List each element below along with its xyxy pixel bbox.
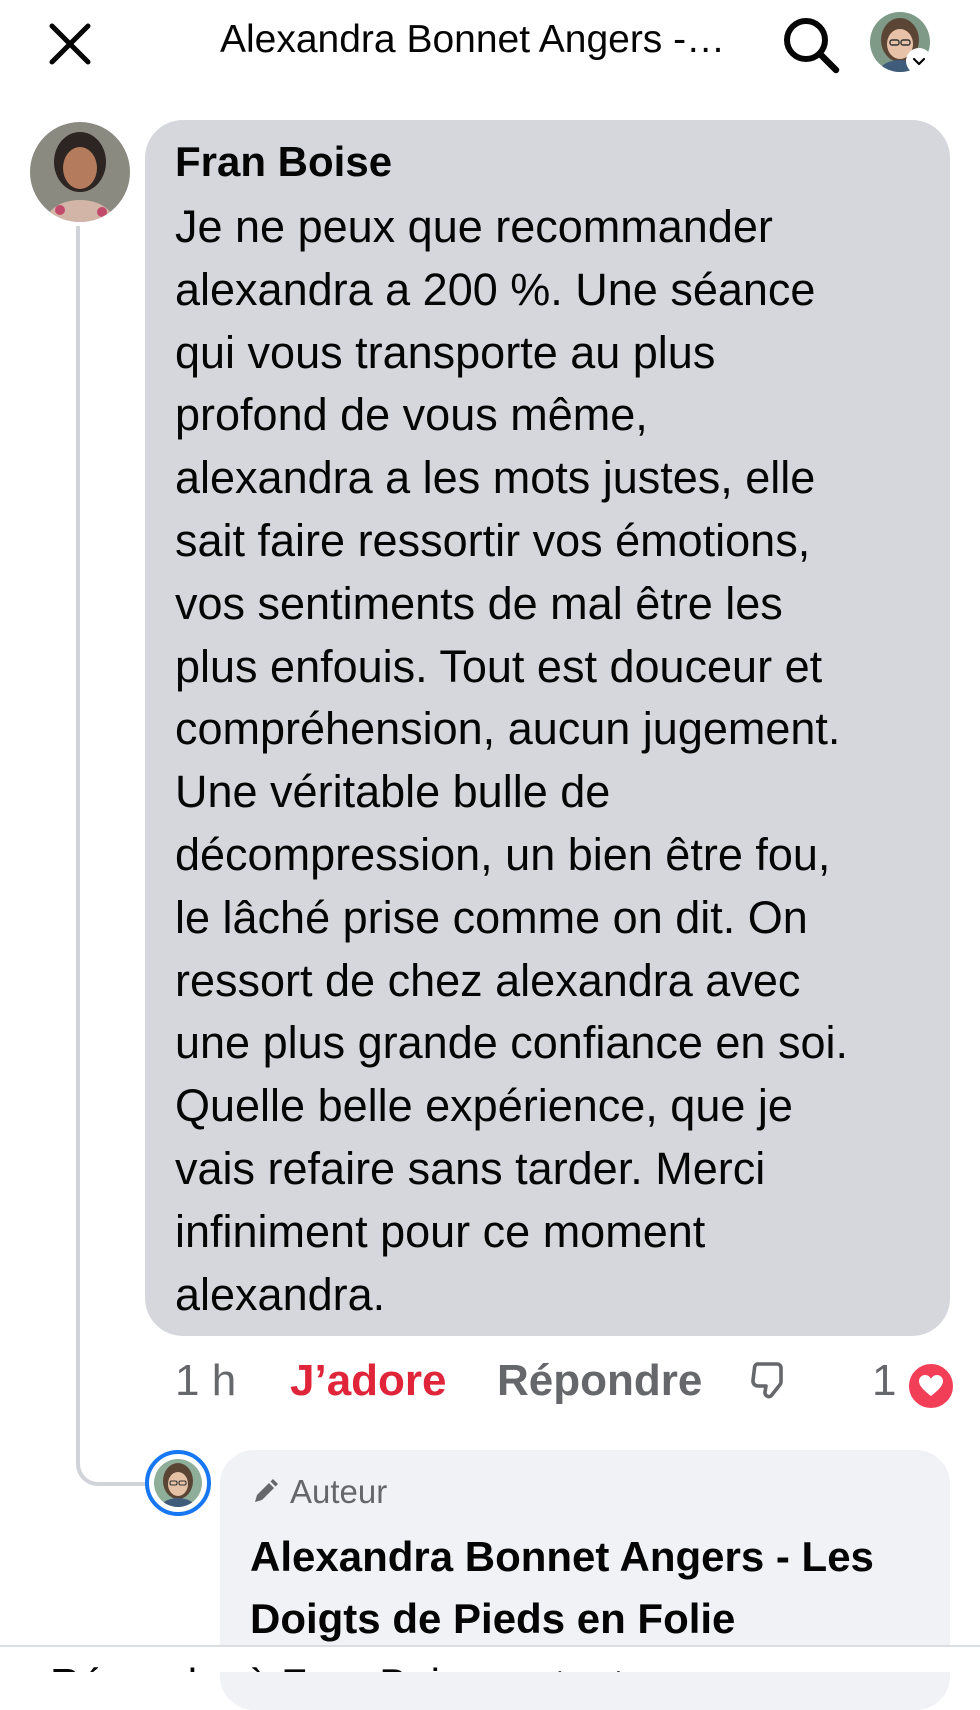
comment-text: Je ne peux que recommander alexandra a 2…	[175, 201, 848, 1320]
page-title: Alexandra Bonnet Angers -…	[220, 18, 726, 61]
chevron-down-icon	[912, 57, 926, 66]
comment-timestamp[interactable]: 1 h	[175, 1352, 236, 1410]
search-icon	[784, 18, 840, 74]
heart-icon[interactable]	[906, 1361, 956, 1411]
thread-connector	[76, 226, 150, 1486]
author-badge-label: Auteur	[290, 1473, 388, 1510]
reaction-count[interactable]: 1	[872, 1352, 896, 1410]
reply-author[interactable]: Alexandra Bonnet Angers - Les Doigts de …	[250, 1526, 930, 1650]
reply-button[interactable]: Répondre	[497, 1352, 702, 1410]
thumbs-down-icon	[751, 1362, 783, 1399]
comment-actions: 1 h J’adore Répondre 1	[0, 1352, 980, 1412]
close-icon	[49, 23, 91, 65]
account-menu-toggle[interactable]	[906, 48, 932, 74]
author-badge: Auteur	[250, 1472, 387, 1512]
search-button[interactable]	[780, 14, 842, 76]
react-button[interactable]: J’adore	[290, 1352, 447, 1410]
close-button[interactable]	[44, 18, 96, 70]
comment-author[interactable]: Fran Boise	[175, 136, 392, 188]
reply-composer[interactable]: Répondre à Fran Boise en tant que	[0, 1645, 980, 1672]
comment-bubble: Fran Boise Je ne peux que recommander al…	[145, 120, 950, 1336]
dislike-button[interactable]	[745, 1358, 791, 1404]
pencil-icon	[255, 1479, 278, 1502]
composer-placeholder: Répondre à Fran Boise en tant que	[50, 1659, 706, 1672]
commenter-avatar[interactable]	[30, 122, 130, 222]
top-bar: Alexandra Bonnet Angers -…	[0, 0, 980, 90]
reply-author-avatar[interactable]	[145, 1450, 211, 1516]
